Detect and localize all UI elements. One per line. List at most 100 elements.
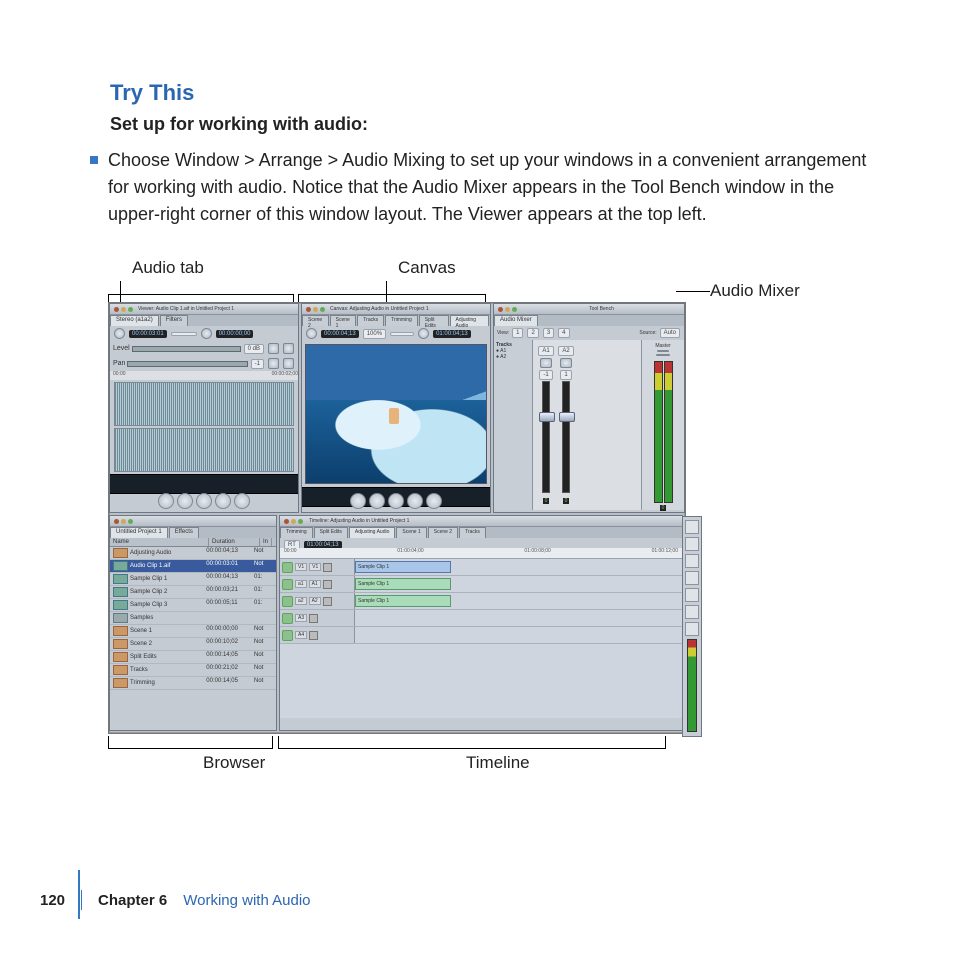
tab-effects[interactable]: Effects <box>169 527 199 538</box>
close-icon[interactable] <box>114 307 119 312</box>
downmix-icon[interactable] <box>656 354 670 356</box>
col-in[interactable]: In <box>260 538 272 546</box>
timeline-track[interactable]: a1A1Sample Clip 1 <box>280 576 682 593</box>
goto-end-icon[interactable] <box>234 493 250 509</box>
col-duration[interactable]: Duration <box>209 538 260 546</box>
tab-audio-mixer[interactable]: Audio Mixer <box>494 315 538 326</box>
close-icon[interactable] <box>306 307 311 312</box>
close-icon[interactable] <box>114 519 119 524</box>
close-icon[interactable] <box>498 307 503 312</box>
step-fwd-icon[interactable] <box>407 493 423 509</box>
pen-tool-icon[interactable] <box>685 622 699 636</box>
close-icon[interactable] <box>284 519 289 524</box>
zoom-icon[interactable] <box>512 307 517 312</box>
lock-icon[interactable] <box>323 563 332 572</box>
timeline-track[interactable]: a2A2Sample Clip 1 <box>280 593 682 610</box>
mute-icon[interactable] <box>560 358 572 368</box>
tab[interactable]: Scene 1 <box>330 315 357 326</box>
timeline-track[interactable]: V1V1Sample Clip 1 <box>280 559 682 576</box>
viewer-fit[interactable] <box>171 332 197 336</box>
zoom-icon[interactable] <box>128 307 133 312</box>
canvas-zoom[interactable]: 100% <box>363 329 386 339</box>
pan-readout[interactable]: 1 <box>560 370 571 380</box>
tab[interactable]: Trimming <box>280 527 313 538</box>
minimize-icon[interactable] <box>505 307 510 312</box>
tab[interactable]: Adjusting Audio <box>349 527 395 538</box>
view-4[interactable]: 4 <box>558 328 569 338</box>
reset-icon[interactable] <box>283 343 294 354</box>
mute-icon[interactable] <box>657 350 669 352</box>
view-2[interactable]: 2 <box>527 328 538 338</box>
keyframe-icon[interactable] <box>268 343 279 354</box>
viewer-tc-left[interactable]: 00:00:03:01 <box>129 330 167 338</box>
fader-knob[interactable] <box>559 412 575 422</box>
arrow-tool-icon[interactable] <box>685 520 699 534</box>
browser-row[interactable]: Audio Clip 1.aif00:00:03:01Not <box>110 560 276 573</box>
goto-start-icon[interactable] <box>158 493 174 509</box>
clip[interactable]: Sample Clip 1 <box>355 561 451 573</box>
lock-icon[interactable] <box>309 614 318 623</box>
minimize-icon[interactable] <box>291 519 296 524</box>
view-3[interactable]: 3 <box>543 328 554 338</box>
browser-row[interactable]: Scene 200:00:10;02Not <box>110 638 276 651</box>
tab[interactable]: Trimming <box>385 315 418 326</box>
tab-stereo[interactable]: Stereo (a1a2) <box>110 315 159 326</box>
zoom-icon[interactable] <box>320 307 325 312</box>
mute-icon[interactable] <box>540 358 552 368</box>
tab-project[interactable]: Untitled Project 1 <box>110 527 168 538</box>
tab[interactable]: Tracks <box>357 315 384 326</box>
scrub-bar[interactable] <box>110 474 298 494</box>
timeline-track[interactable]: A4 <box>280 627 682 644</box>
lock-icon[interactable] <box>323 580 332 589</box>
tab[interactable]: Scene 2 <box>302 315 329 326</box>
select-tool-icon[interactable] <box>685 554 699 568</box>
keyframe-icon[interactable] <box>268 358 279 369</box>
step-back-icon[interactable] <box>369 493 385 509</box>
tab[interactable]: Split Edits <box>314 527 348 538</box>
minimize-icon[interactable] <box>313 307 318 312</box>
track-enable-icon[interactable] <box>282 579 293 590</box>
browser-row[interactable]: Trimming00:00:14;05Not <box>110 677 276 690</box>
tab[interactable]: Scene 1 <box>396 527 426 538</box>
source-select[interactable]: Auto <box>660 328 680 338</box>
canvas-tc-right[interactable]: 01:00:04;13 <box>433 330 471 338</box>
play-icon[interactable] <box>196 493 212 509</box>
zoom-tool-icon[interactable] <box>685 588 699 602</box>
tab-filters[interactable]: Filters <box>160 315 188 326</box>
zoom-icon[interactable] <box>298 519 303 524</box>
step-back-icon[interactable] <box>177 493 193 509</box>
browser-row[interactable]: Adjusting Audio00:00:04;13Not <box>110 547 276 560</box>
track-enable-icon[interactable] <box>282 630 293 641</box>
track-enable-icon[interactable] <box>282 562 293 573</box>
tab[interactable]: Split Edits <box>419 315 449 326</box>
browser-row[interactable]: Sample Clip 300:00:05;1101: <box>110 599 276 612</box>
track-row[interactable]: ● A2 <box>496 354 530 360</box>
timeline-ruler[interactable]: 00:0001:00:04;0001:00:08;0001:00:12;00 <box>280 548 682 559</box>
loop-icon[interactable] <box>201 328 212 339</box>
clip[interactable]: Sample Clip 1 <box>355 595 451 607</box>
browser-row[interactable]: Split Edits00:00:14;05Not <box>110 651 276 664</box>
tab[interactable]: Tracks <box>459 527 486 538</box>
razor-tool-icon[interactable] <box>685 571 699 585</box>
loop-icon[interactable] <box>114 328 125 339</box>
col-name[interactable]: Name <box>110 538 209 546</box>
loop-icon[interactable] <box>306 328 317 339</box>
goto-end-icon[interactable] <box>426 493 442 509</box>
browser-row[interactable]: Tracks00:00:21;02Not <box>110 664 276 677</box>
zoom-icon[interactable] <box>128 519 133 524</box>
lock-icon[interactable] <box>309 631 318 640</box>
tab[interactable]: Adjusting Audio <box>450 315 490 326</box>
track-enable-icon[interactable] <box>282 596 293 607</box>
track-enable-icon[interactable] <box>282 613 293 624</box>
pan-value[interactable]: -1 <box>251 359 264 369</box>
tab[interactable]: Scene 2 <box>428 527 458 538</box>
canvas-view[interactable] <box>390 332 414 336</box>
timeline-track[interactable]: A3 <box>280 610 682 627</box>
browser-row[interactable]: Samples <box>110 612 276 625</box>
drag-icon[interactable] <box>283 358 294 369</box>
edit-tool-icon[interactable] <box>685 537 699 551</box>
browser-row[interactable]: Sample Clip 100:00:04;1301: <box>110 573 276 586</box>
minimize-icon[interactable] <box>121 307 126 312</box>
level-value[interactable]: 0 dB <box>244 344 264 354</box>
lock-icon[interactable] <box>323 597 332 606</box>
